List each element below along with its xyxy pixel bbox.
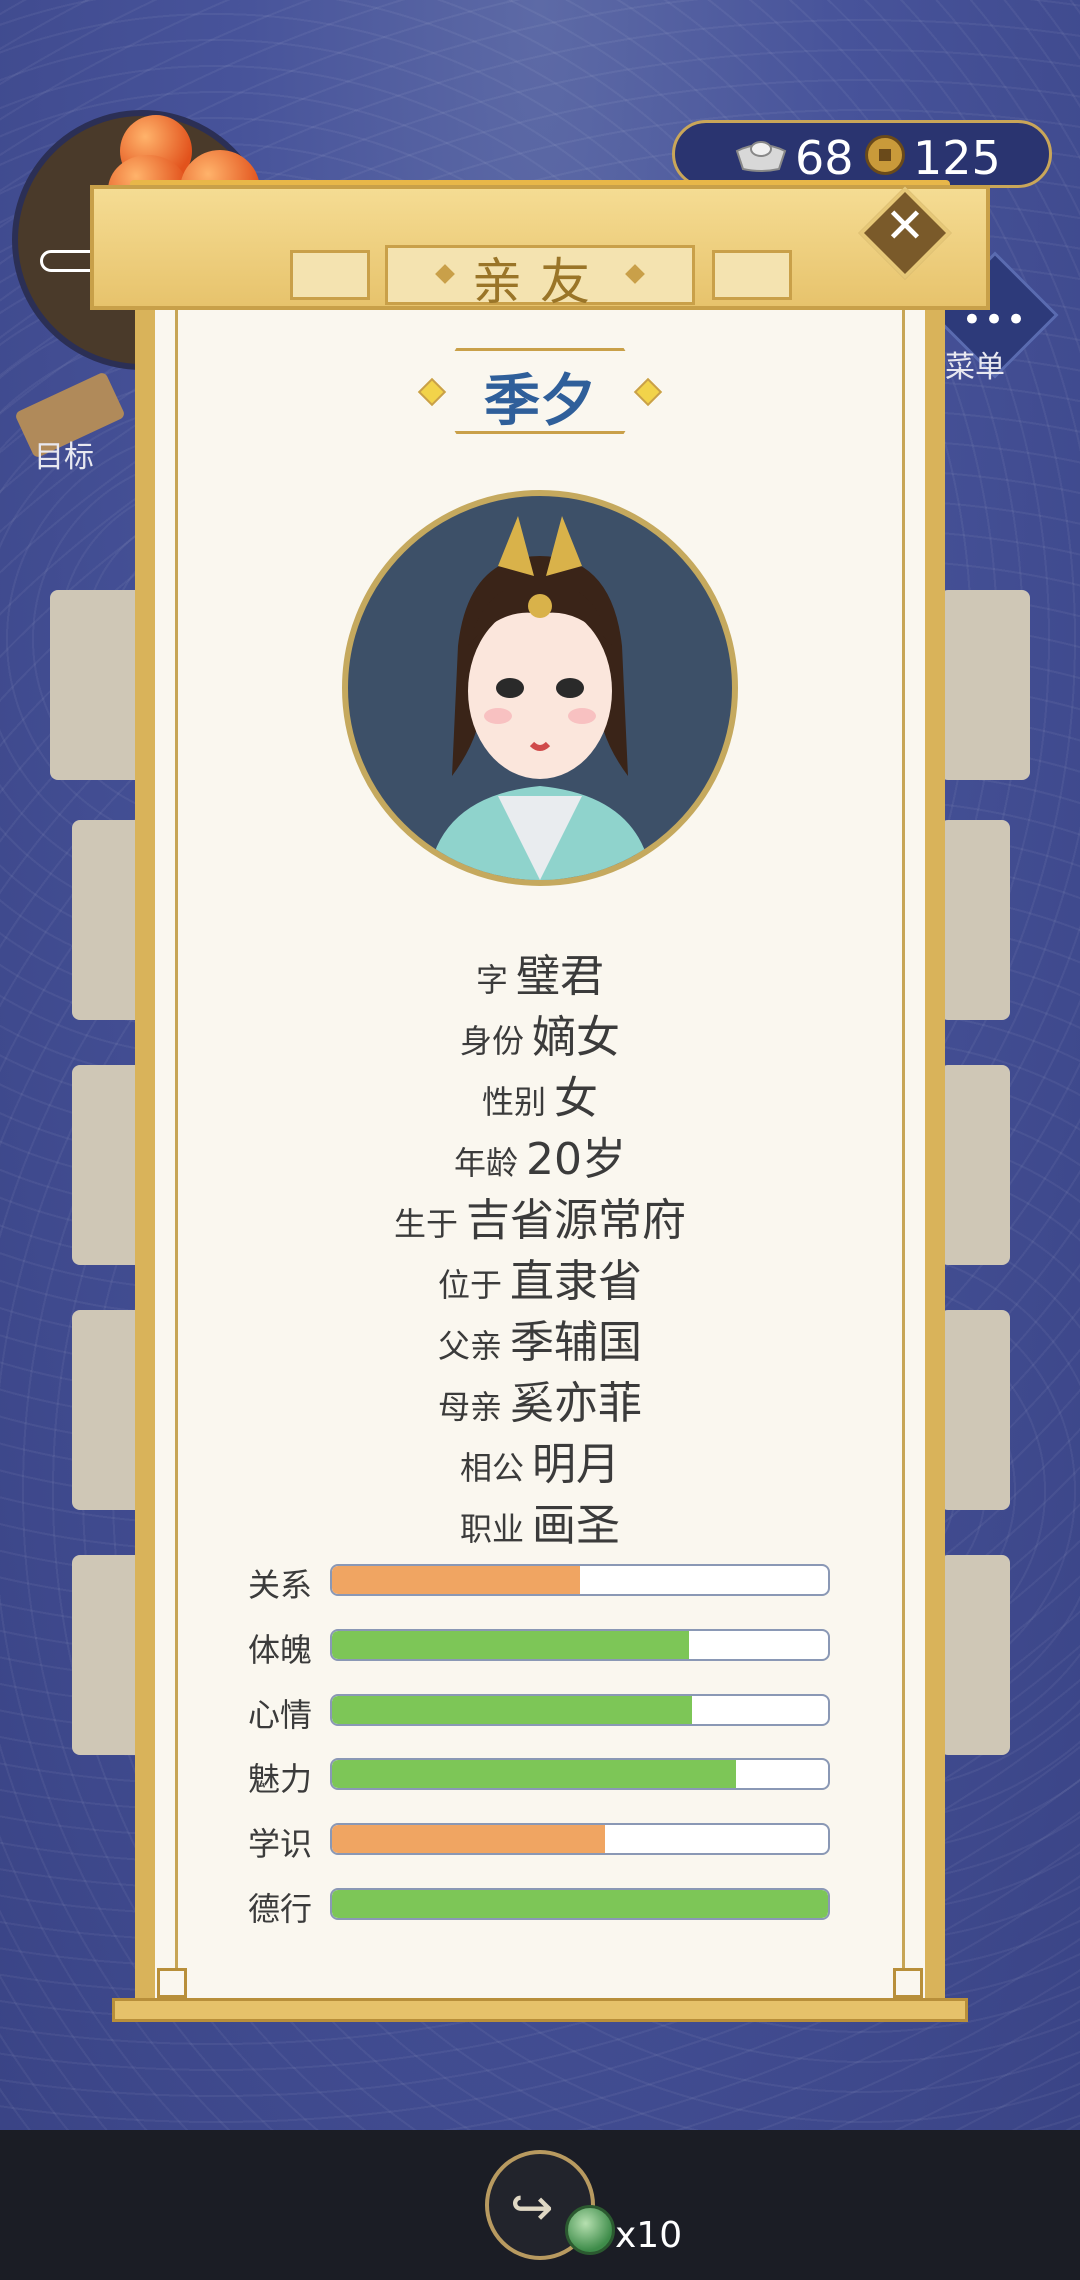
info-key: 身份 (459, 1022, 524, 1060)
stat-fill (332, 1696, 692, 1724)
info-row-occupation: 职业 画圣 (155, 1489, 925, 1553)
stat-label-relationship: 关系 (248, 1566, 313, 1604)
silver-ingot-count: 68 (795, 131, 854, 185)
info-row-status: 身份 嫡女 (155, 1001, 925, 1065)
background-card (940, 1310, 1010, 1510)
info-value: 直隶省 (510, 1256, 642, 1307)
coin-count: 125 (913, 131, 1001, 185)
info-key: 字 (475, 961, 508, 999)
stat-bar-relationship (330, 1564, 830, 1596)
info-value: 明月 (532, 1439, 620, 1490)
info-key: 年龄 (453, 1144, 518, 1182)
info-key: 相公 (459, 1449, 524, 1487)
currency-panel: 68 125 (672, 120, 1052, 188)
info-value: 嫡女 (532, 1012, 620, 1063)
stat-fill (332, 1825, 605, 1853)
menu-button-label[interactable]: 菜单 (945, 342, 1005, 386)
dialog-title: 亲友 (472, 253, 608, 311)
jade-token-icon (565, 2205, 615, 2255)
info-value: 吉省源常府 (466, 1195, 686, 1246)
stat-fill (332, 1566, 580, 1594)
info-row-father: 父亲 季辅国 (155, 1306, 925, 1370)
corner-ornament (893, 1968, 923, 1998)
share-icon[interactable]: ↪ (510, 2178, 554, 2238)
info-value: 璧君 (516, 951, 604, 1002)
info-row-mother: 母亲 奚亦菲 (155, 1367, 925, 1431)
info-key: 生于 (393, 1205, 458, 1243)
stat-label-knowledge: 学识 (248, 1825, 313, 1863)
dialog-bottom-rod (112, 1998, 968, 2022)
share-reward-count: x10 (615, 2215, 683, 2256)
stat-label-charm: 魅力 (248, 1760, 313, 1798)
coin-icon (865, 135, 905, 175)
header-plaque-left (290, 250, 370, 300)
header-plaque-right (712, 250, 792, 300)
info-row-gender: 性别女 (155, 1062, 925, 1126)
info-row-birthplace: 生于 吉省源常府 (155, 1184, 925, 1248)
character-portrait (342, 490, 738, 886)
info-value: 画圣 (532, 1500, 620, 1551)
background-card (940, 1555, 1010, 1755)
info-row-style-name: 字璧君 (155, 940, 925, 1004)
stat-bar-charm (330, 1758, 830, 1790)
info-row-location: 位于 直隶省 (155, 1245, 925, 1309)
info-key: 位于 (437, 1266, 502, 1304)
info-key: 性别 (481, 1083, 546, 1121)
stat-fill (332, 1890, 828, 1918)
info-value: 奚亦菲 (510, 1378, 642, 1429)
background-card (940, 590, 1030, 780)
stat-bar-knowledge (330, 1823, 830, 1855)
character-name: 季夕 (484, 369, 596, 434)
corner-ornament (157, 1968, 187, 1998)
silver-ingot-icon (735, 141, 787, 172)
stat-bar-physique (330, 1629, 830, 1661)
info-row-husband: 相公 明月 (155, 1428, 925, 1492)
info-value: 女 (554, 1073, 598, 1124)
goal-button-label[interactable]: 目标 (34, 432, 94, 476)
stat-label-mood: 心情 (248, 1696, 313, 1734)
close-icon[interactable]: ✕ (872, 198, 938, 254)
background-card (940, 820, 1010, 1020)
info-key: 父亲 (437, 1327, 502, 1365)
background-card (940, 1065, 1010, 1265)
info-value: 20岁 (526, 1134, 626, 1185)
info-key: 职业 (459, 1510, 524, 1548)
character-portrait-art (428, 516, 652, 880)
stat-bar-virtue (330, 1888, 830, 1920)
stat-label-virtue: 德行 (248, 1890, 313, 1928)
info-key: 母亲 (437, 1388, 502, 1426)
stat-fill (332, 1631, 690, 1659)
stat-bar-mood (330, 1694, 830, 1726)
stat-label-physique: 体魄 (248, 1631, 313, 1669)
stat-fill (332, 1760, 737, 1788)
info-value: 季辅国 (510, 1317, 642, 1368)
info-row-age: 年龄 20岁 (155, 1123, 925, 1187)
